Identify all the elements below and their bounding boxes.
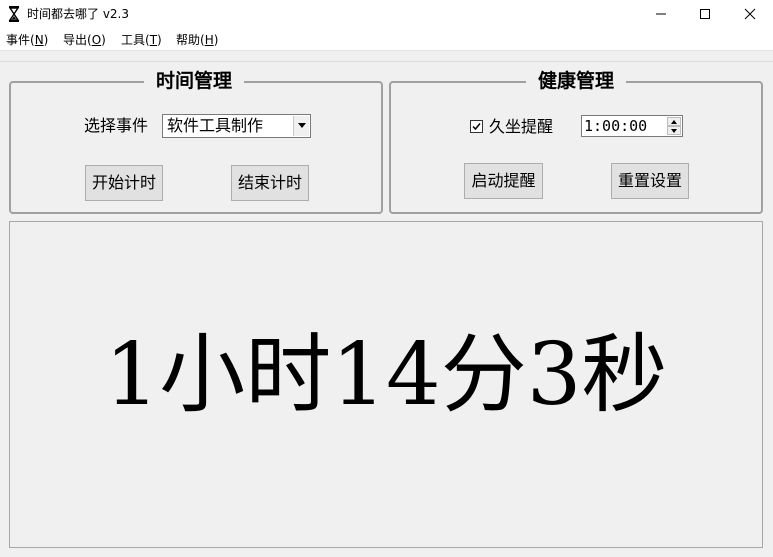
event-select-value: 软件工具制作 bbox=[167, 116, 264, 135]
checkmark-icon bbox=[472, 123, 481, 131]
menu-export-label: 导出( bbox=[63, 33, 92, 47]
hourglass-icon bbox=[8, 6, 20, 22]
sedentary-label: 久坐提醒 bbox=[489, 117, 554, 136]
interval-value[interactable]: 1:00:00 bbox=[584, 117, 647, 135]
maximize-button[interactable] bbox=[682, 0, 728, 28]
sedentary-checkbox[interactable] bbox=[470, 120, 483, 133]
minimize-icon bbox=[656, 13, 666, 15]
start-reminder-button[interactable]: 启动提醒 bbox=[464, 163, 543, 199]
health-management-title: 健康管理 bbox=[526, 69, 627, 93]
end-timer-button[interactable]: 结束计时 bbox=[231, 165, 309, 201]
menu-help[interactable]: 帮助(H) bbox=[176, 33, 218, 47]
menu-export-mnemonic: O bbox=[91, 33, 102, 47]
menu-tools-suffix: ) bbox=[157, 33, 162, 47]
toolbar-strip bbox=[0, 52, 773, 62]
maximize-icon bbox=[700, 9, 710, 19]
dropdown-button[interactable] bbox=[293, 116, 309, 136]
menu-bar: 事件(N) 导出(O) 工具(T) 帮助(H) bbox=[0, 28, 773, 51]
time-management-title: 时间管理 bbox=[144, 69, 245, 93]
menu-events-label: 事件( bbox=[6, 33, 35, 47]
arrow-down-icon bbox=[671, 129, 677, 133]
spin-up-button[interactable] bbox=[667, 117, 681, 126]
elapsed-time-text: 1小时14分3秒 bbox=[104, 325, 668, 425]
start-timer-button[interactable]: 开始计时 bbox=[85, 165, 163, 201]
menu-events-suffix: ) bbox=[43, 33, 49, 47]
reset-settings-button[interactable]: 重置设置 bbox=[611, 163, 689, 199]
title-bar: 时间都去哪了 v2.3 bbox=[0, 0, 773, 28]
spin-buttons bbox=[667, 117, 681, 135]
menu-help-mnemonic: H bbox=[204, 33, 214, 47]
window-title: 时间都去哪了 v2.3 bbox=[27, 7, 130, 21]
close-button[interactable] bbox=[727, 0, 773, 28]
spin-down-button[interactable] bbox=[667, 126, 681, 135]
chevron-down-icon bbox=[298, 123, 306, 128]
health-management-group: 健康管理 久坐提醒 1:00:00 启动提醒 重置设置 bbox=[389, 69, 763, 214]
time-management-group: 时间管理 选择事件 软件工具制作 开始计时 结束计时 bbox=[9, 69, 383, 214]
menu-events-mnemonic: N bbox=[34, 33, 44, 47]
menu-help-label: 帮助( bbox=[176, 33, 205, 47]
close-icon bbox=[744, 8, 756, 20]
menu-tools-label: 工具( bbox=[121, 33, 150, 47]
menu-tools[interactable]: 工具(T) bbox=[121, 33, 162, 47]
menu-events[interactable]: 事件(N) bbox=[6, 33, 48, 47]
menu-export-suffix: ) bbox=[101, 33, 106, 47]
minimize-button[interactable] bbox=[638, 0, 684, 28]
menu-tools-mnemonic: T bbox=[149, 33, 158, 47]
event-select[interactable]: 软件工具制作 bbox=[162, 114, 311, 138]
elapsed-display-panel: 1小时14分3秒 bbox=[9, 221, 763, 548]
interval-spinbox[interactable]: 1:00:00 bbox=[581, 115, 683, 137]
arrow-up-icon bbox=[671, 120, 677, 124]
select-event-label: 选择事件 bbox=[84, 116, 149, 135]
menu-help-suffix: ) bbox=[213, 33, 219, 47]
menu-export[interactable]: 导出(O) bbox=[63, 33, 106, 47]
